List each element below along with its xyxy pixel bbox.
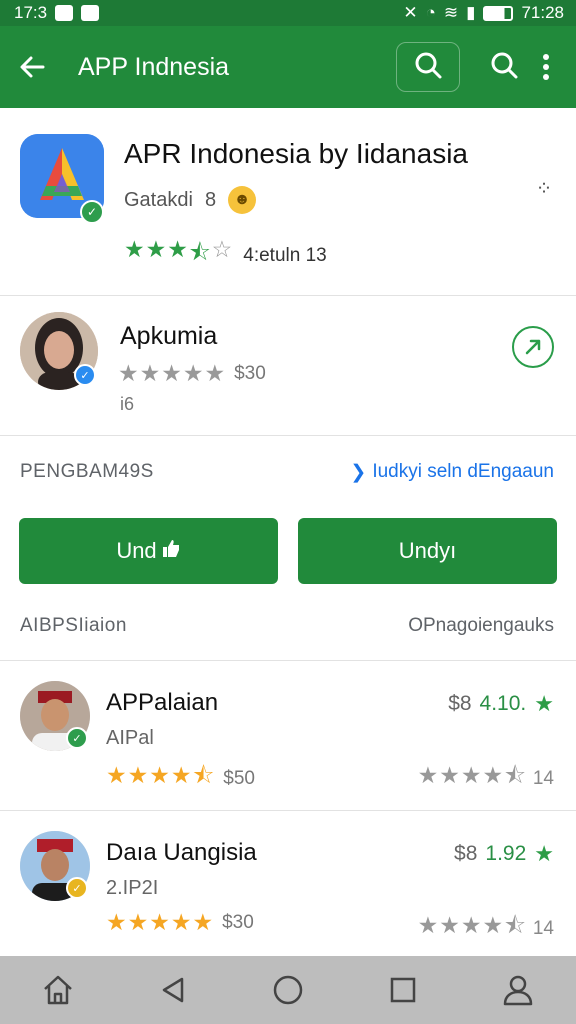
price-value: 4.10. — [479, 692, 527, 715]
overflow-dots-icon[interactable]: ⁘ — [532, 174, 556, 204]
open-arrow-icon[interactable] — [512, 326, 554, 368]
list-item-name: Daıa Uangisia — [106, 839, 257, 866]
rating-stars: ★★★★⯪ — [417, 912, 527, 938]
developer-rating: ★★★★★ $30 — [118, 360, 266, 387]
price-prefix: $8 — [454, 842, 478, 865]
star-icon: ★ — [534, 691, 554, 716]
wifi-icon: ≋ — [443, 3, 459, 22]
developer-block-name: Apkumia — [120, 322, 218, 350]
rating-stars: ★★★★⯪ — [106, 762, 216, 788]
image-notification-icon — [81, 5, 100, 21]
person-icon[interactable] — [488, 960, 548, 1020]
thumbs-up-icon — [161, 538, 181, 564]
list-item-price: $8 4.10. ★ — [448, 691, 554, 717]
recents-square-icon[interactable] — [373, 960, 433, 1020]
list-item-name: APPalaian — [106, 689, 219, 716]
section-link[interactable]: ❯ Iudkyi seln dEngaaun — [350, 461, 554, 484]
developer-suffix: 8 — [204, 188, 217, 211]
search-button[interactable] — [482, 42, 526, 92]
more-vert-icon[interactable] — [526, 42, 566, 92]
list-item[interactable]: ✓ Daıa Uangisia 2.IP2I ★★★★★ $30 $8 1.92… — [0, 811, 576, 961]
developer-block[interactable]: ✓ Apkumia ★★★★★ $30 i6 — [0, 296, 576, 436]
section-title: PENGBAM49S — [20, 461, 154, 482]
home-icon[interactable] — [28, 960, 88, 1020]
status-bar: 17:3 ✕ ◔ ≋ ▮ 71:28 — [0, 0, 576, 26]
system-nav-bar — [0, 956, 576, 1024]
status-time: 17:3 — [14, 3, 48, 22]
app-bar: APP Indnesia — [0, 26, 576, 108]
list-item-price: $8 1.92 ★ — [454, 841, 554, 867]
verified-icon: ✓ — [66, 877, 88, 899]
emoji-face-icon: ☻ — [228, 186, 257, 214]
download-button-label: Undyı — [398, 538, 457, 563]
rating-stars: ★★★★⯪ — [417, 762, 527, 788]
app-bar-title: APP Indnesia — [78, 52, 230, 81]
search-box-button[interactable] — [396, 42, 460, 92]
star-icon: ★ — [534, 841, 554, 866]
rating-text: 4:etuln 13 — [243, 244, 327, 266]
rating-stars: ★★★ ⯪ ☆ — [124, 236, 234, 265]
section-title: AIBPSIiaion — [20, 615, 127, 636]
app-list: ✓ APPalaian AIPal ★★★★⯪ $50 $8 4.10. ★ ★… — [0, 660, 576, 961]
developer-sub: i6 — [120, 394, 135, 414]
battery-icon — [483, 5, 514, 21]
list-item-right-rating: ★★★★⯪ 14 — [418, 909, 554, 948]
list-item-sub: AIPal — [106, 727, 154, 749]
developer-row[interactable]: Gatakdi 8 ☻ — [124, 186, 257, 214]
price-value: 1.92 — [485, 842, 527, 865]
search-icon — [413, 50, 443, 85]
back-arrow-icon[interactable] — [0, 26, 64, 108]
price-prefix: $8 — [448, 692, 472, 715]
mute-icon: ✕ — [403, 3, 418, 22]
signal-icon: ▮ — [466, 3, 476, 22]
section-header-two: AIBPSIiaion OPnagoiengauks — [0, 606, 576, 646]
status-time-right: 71:28 — [521, 3, 564, 22]
verified-icon: ✓ — [66, 727, 88, 749]
app-header: ✓ APR Indonesia by Iidanasia Gatakdi 8 ☻… — [0, 108, 576, 296]
search-icon — [489, 50, 519, 85]
list-item[interactable]: ✓ APPalaian AIPal ★★★★⯪ $50 $8 4.10. ★ ★… — [0, 661, 576, 811]
list-item-right-rating: ★★★★⯪ 14 — [418, 759, 554, 798]
chevron-right-icon: ❯ — [350, 461, 367, 483]
developer-stars: ★★★★★ — [118, 360, 227, 386]
section-header-one: PENGBAM49S ❯ Iudkyi seln dEngaaun — [0, 452, 576, 492]
install-button-label: Und — [116, 538, 157, 563]
alarm-icon: ◔ — [425, 3, 436, 22]
notification-icon — [55, 5, 74, 21]
download-button[interactable]: Undyı — [298, 518, 557, 584]
app-verified-badge-icon: ✓ — [80, 200, 104, 224]
list-item-price-left: $30 — [222, 911, 254, 933]
home-circle-icon[interactable] — [258, 960, 318, 1020]
rating-count: 14 — [532, 767, 554, 789]
back-triangle-icon[interactable] — [143, 960, 203, 1020]
list-item-rating: ★★★★★ $30 — [106, 909, 254, 936]
list-item-rating: ★★★★⯪ $50 — [106, 759, 255, 798]
rating-count: 14 — [532, 917, 554, 939]
list-item-price-left: $50 — [223, 767, 255, 789]
app-name: APR Indonesia by Iidanasia — [124, 138, 468, 169]
section-link[interactable]: OPnagoiengauks — [408, 615, 554, 637]
developer-price: $30 — [234, 362, 266, 384]
app-rating-row: ★★★ ⯪ ☆ 4:etuln 13 — [124, 236, 327, 275]
list-item-sub: 2.IP2I — [106, 877, 159, 899]
install-button[interactable]: Und — [19, 518, 278, 584]
verified-icon: ✓ — [74, 364, 96, 386]
section-link-text[interactable]: Iudkyi seln dEngaaun — [372, 461, 554, 483]
rating-stars: ★★★★★ — [106, 909, 215, 935]
developer-name[interactable]: Gatakdi — [124, 189, 193, 212]
